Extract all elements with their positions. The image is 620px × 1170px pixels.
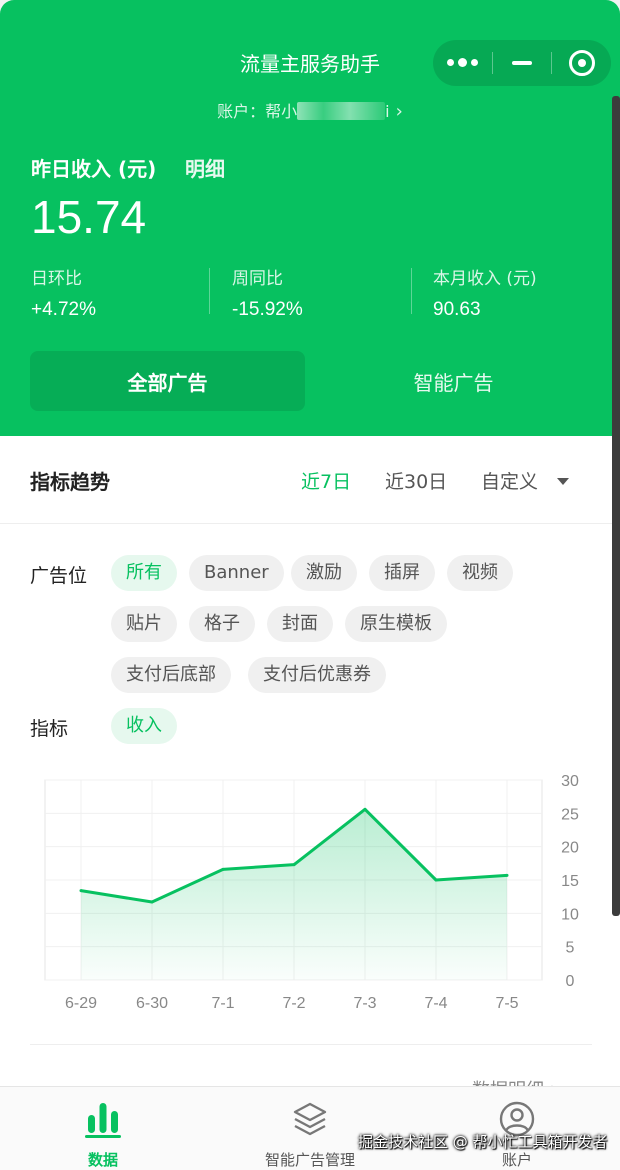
target-icon [568,50,595,76]
stat-label: 日环比 [31,269,82,289]
ad-slot-label: 广告位 [30,565,88,587]
income-header: 流量主服务助手 账户：帮小 i › 昨日收入 (元) 明细 15.74 日环比 +4… [0,0,620,436]
yesterday-income-value: 15.74 [31,191,147,243]
account-name-redaction [297,102,386,120]
tab-label: 智能广告管理 [264,1151,355,1169]
x-tick-label: 6-29 [65,995,97,1012]
slot-chip-after-pay-bottom[interactable]: 支付后底部 [111,657,231,693]
stat-day-over-day: 日环比 +4.72% [31,264,96,321]
metric-label: 指标 [30,718,69,740]
y-tick-label: 25 [561,806,579,823]
data-point [434,878,438,882]
yesterday-income-label: 昨日收入 (元) [31,157,157,181]
account-prefix: 账户：帮小 [217,102,298,121]
tab-all-ads[interactable]: 全部广告 [30,351,305,411]
slot-chip-all[interactable]: 所有 [111,555,177,591]
stat-month-income: 本月收入 (元) 90.63 [433,264,537,321]
tab-smart-ads[interactable]: 智能广告 [316,351,591,411]
tab-smart-ad-management[interactable]: 智能广告管理 [207,1087,413,1170]
data-point [79,889,83,893]
stat-label: 本月收入 (元) [433,269,537,289]
more-button[interactable] [433,40,492,86]
x-tick-label: 7-4 [424,995,447,1012]
stat-value: +4.72% [31,299,96,320]
trend-title: 指标趋势 [30,470,110,494]
x-tick-label: 7-2 [282,995,305,1012]
minus-icon [512,61,532,65]
x-tick-label: 7-1 [211,995,234,1012]
data-point [292,863,296,867]
watermark: 掘金技术社区 @ 帮小忙工具箱开发者 [358,1133,608,1151]
y-tick-label: 5 [566,940,575,957]
data-point [221,867,225,871]
income-trend-chart: 0 5 10 15 20 25 30 6-29 6-30 7-1 7-2 7-3 7-4 7-5 [44,773,579,1012]
y-tick-label: 30 [561,773,579,790]
slot-chip-interstitial[interactable]: 插屏 [369,555,435,591]
data-point [363,807,367,811]
slot-chip-grid[interactable]: 格子 [189,606,255,642]
y-tick-label: 15 [561,873,579,890]
slot-chip-after-pay-coupon[interactable]: 支付后优惠券 [248,657,386,693]
close-button[interactable] [552,40,611,86]
mini-program-capsule [433,40,611,86]
tab-data[interactable]: 数据 [0,1087,206,1170]
x-tick-label: 7-3 [353,995,376,1012]
y-tick-label: 0 [566,973,575,990]
scrollbar[interactable] [612,96,620,916]
minimize-button[interactable] [493,40,552,86]
trend-card: 指标趋势 近7日 近30日 自定义 广告位 所有 Banner 激励 插屏 视频… [0,436,620,1101]
data-point [150,900,154,904]
trend-header: 指标趋势 近7日 近30日 自定义 [0,436,620,524]
dots-icon [446,58,478,67]
y-tick-label: 10 [561,906,579,923]
account-suffix: i [385,102,390,121]
stat-week-over-week: 周同比 -15.92% [232,264,303,321]
stat-value: -15.92% [232,299,303,320]
slot-chip-reward[interactable]: 激励 [291,555,357,591]
slot-chip-cover[interactable]: 封面 [267,606,333,642]
income-detail-link[interactable]: 明细 [185,153,225,182]
chart-divider [30,1044,592,1045]
stat-value: 90.63 [433,299,481,320]
bottom-tab-bar: 数据 智能广告管理 账户 [0,1086,620,1170]
tab-account[interactable]: 账户 [414,1087,620,1170]
range-30-days[interactable]: 近30日 [385,467,447,494]
x-tick-label: 7-5 [495,995,518,1012]
tab-label: 数据 [87,1151,118,1169]
stat-divider [411,268,412,314]
layers-icon [293,1102,327,1136]
y-tick-label: 20 [561,840,579,857]
bar-chart-icon [85,1103,121,1138]
range-custom[interactable]: 自定义 [481,467,538,494]
slot-chip-video[interactable]: 视频 [447,555,513,591]
stat-divider [209,268,210,314]
x-tick-label: 6-30 [136,995,168,1012]
slot-chip-banner[interactable]: Banner [189,555,284,591]
stat-label: 周同比 [232,269,283,289]
slot-chip-native-template[interactable]: 原生模板 [345,606,447,642]
data-point [505,873,509,877]
tab-label: 账户 [501,1151,532,1169]
account-switcher[interactable]: 账户：帮小 i › [0,98,620,122]
metric-chip-income[interactable]: 收入 [111,708,177,744]
range-7-days[interactable]: 近7日 [301,467,351,494]
chevron-right-icon: › [395,101,403,122]
caret-down-icon[interactable] [557,478,569,485]
slot-chip-patch[interactable]: 贴片 [111,606,177,642]
